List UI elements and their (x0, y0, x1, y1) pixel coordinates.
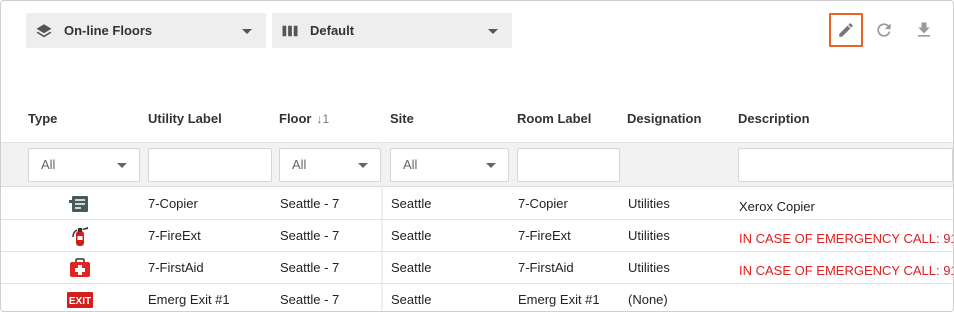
edit-button[interactable] (829, 13, 863, 47)
table-row[interactable]: 7-FirstAid Seattle - 7 Seattle 7-FirstAi… (1, 252, 954, 284)
site-cell: Seattle (391, 260, 432, 275)
pencil-icon (839, 23, 853, 37)
utility-label-cell: Emerg Exit #1 (148, 292, 230, 307)
floor-cell: Seattle - 7 (280, 292, 340, 307)
floor-filter-value: All (292, 157, 307, 172)
copier-icon (67, 193, 93, 215)
site-cell: Seattle (391, 292, 432, 307)
table-row[interactable]: 7-Copier Seattle - 7 Seattle 7-Copier Ut… (1, 188, 953, 220)
room-label-filter-input[interactable] (517, 148, 620, 182)
designation-cell: Utilities (628, 260, 670, 275)
column-header-floor-label: Floor (279, 111, 312, 126)
column-header-type[interactable]: Type (28, 111, 57, 126)
download-icon (918, 22, 930, 37)
chevron-down-icon (117, 163, 127, 168)
description-cell: IN CASE OF EMERGENCY CALL: 911 (739, 263, 954, 278)
utility-label-cell: 7-FireExt (148, 228, 201, 243)
exit-sign-text: EXIT (69, 296, 91, 307)
column-header-site[interactable]: Site (390, 111, 414, 126)
chevron-down-icon (358, 163, 368, 168)
view-dropdown-label: Default (310, 23, 355, 38)
designation-cell: Utilities (628, 228, 670, 243)
designation-cell: Utilities (628, 196, 670, 211)
column-header-utility-label[interactable]: Utility Label (148, 111, 222, 126)
type-filter-select[interactable]: All (28, 148, 140, 182)
table-row[interactable]: 7-FireExt Seattle - 7 Seattle 7-FireExt … (1, 220, 954, 252)
first-aid-icon (67, 257, 93, 279)
floors-dropdown[interactable]: On-line Floors (26, 13, 266, 48)
site-filter-select[interactable]: All (390, 148, 509, 182)
chevron-down-icon (488, 29, 498, 34)
site-cell: Seattle (391, 196, 432, 211)
utility-label-cell: 7-FirstAid (148, 260, 204, 275)
utilities-panel: On-line Floors Default Type Utility Labe… (0, 0, 954, 312)
room-label-cell: 7-Copier (518, 196, 568, 211)
column-header-room-label[interactable]: Room Label (517, 111, 591, 126)
room-label-cell: 7-FireExt (518, 228, 571, 243)
description-cell: IN CASE OF EMERGENCY CALL: 911 (739, 231, 954, 246)
refresh-icon (877, 23, 891, 37)
refresh-button[interactable] (867, 13, 901, 47)
floors-dropdown-label: On-line Floors (64, 23, 153, 38)
designation-cell: (None) (628, 292, 668, 307)
description-filter-input[interactable] (738, 148, 953, 182)
view-dropdown[interactable]: Default (272, 13, 512, 48)
floor-cell: Seattle - 7 (280, 260, 340, 275)
utility-label-cell: 7-Copier (148, 196, 198, 211)
type-filter-value: All (41, 157, 56, 172)
download-button[interactable] (907, 13, 941, 47)
column-header-floor[interactable]: Floor ↓1 (279, 111, 329, 126)
site-cell: Seattle (391, 228, 432, 243)
columns-icon (282, 25, 298, 37)
chevron-down-icon (486, 163, 496, 168)
room-label-cell: Emerg Exit #1 (518, 292, 600, 307)
room-label-cell: 7-FirstAid (518, 260, 574, 275)
floor-filter-select[interactable]: All (279, 148, 381, 182)
chevron-down-icon (242, 29, 252, 34)
sort-descending-icon: ↓1 (316, 112, 330, 126)
floor-cell: Seattle - 7 (280, 228, 340, 243)
layers-icon (36, 24, 52, 38)
floor-cell: Seattle - 7 (280, 196, 340, 211)
description-cell: Xerox Copier (739, 199, 815, 214)
fire-extinguisher-icon (67, 225, 93, 247)
table-row[interactable]: EXIT Emerg Exit #1 Seattle - 7 Seattle E… (1, 284, 953, 311)
column-header-designation[interactable]: Designation (627, 111, 701, 126)
column-header-description[interactable]: Description (738, 111, 810, 126)
utility-label-filter-input[interactable] (148, 148, 272, 182)
site-filter-value: All (403, 157, 418, 172)
exit-sign-icon: EXIT (67, 289, 93, 311)
